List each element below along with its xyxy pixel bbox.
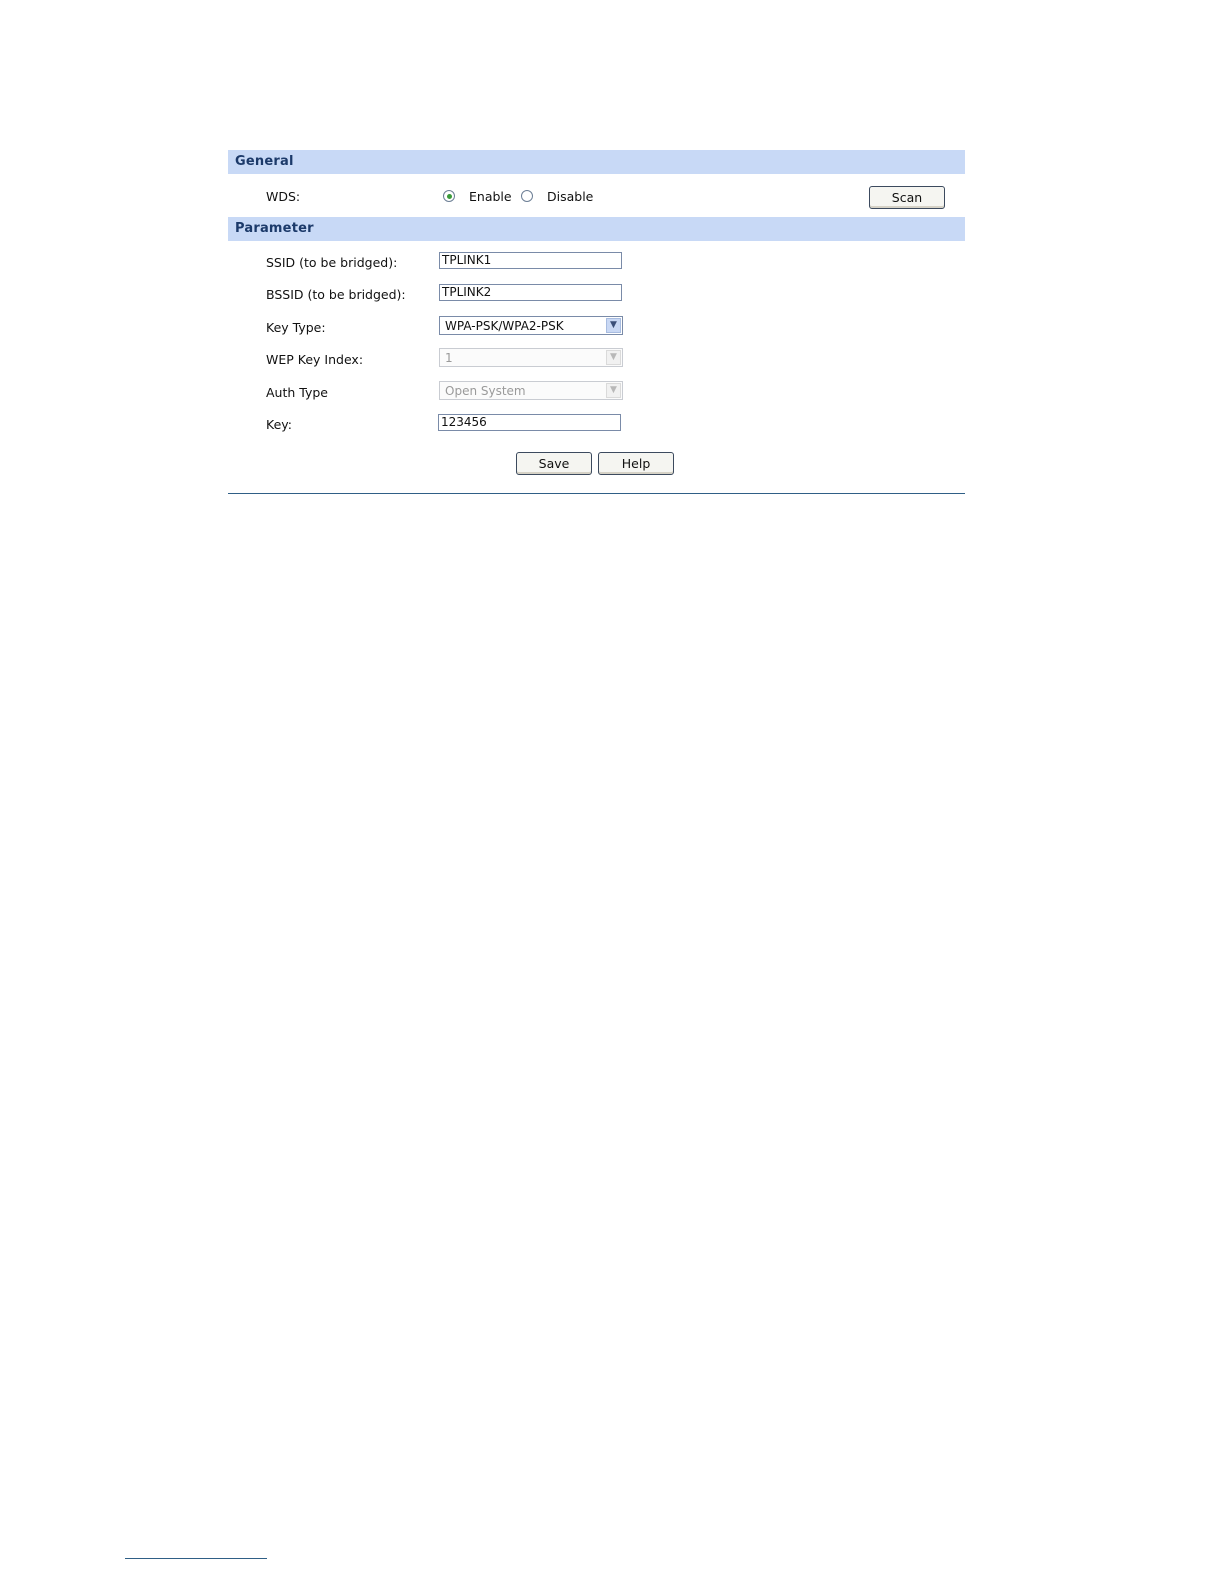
wds-enable-radio[interactable] xyxy=(443,190,455,202)
key-type-select[interactable]: WPA-PSK/WPA2-PSK ▼ xyxy=(439,316,623,335)
ssid-input[interactable]: TPLINK1 xyxy=(439,252,622,269)
key-input[interactable]: 123456 xyxy=(438,414,621,431)
scan-button[interactable]: Scan xyxy=(869,186,945,209)
wds-label: WDS: xyxy=(266,189,301,204)
chevron-down-icon[interactable]: ▼ xyxy=(606,318,621,333)
wds-enable-label: Enable xyxy=(469,189,512,204)
auth-type-value: Open System xyxy=(445,384,526,398)
key-type-label: Key Type: xyxy=(266,320,326,335)
section-header-parameter: Parameter xyxy=(228,217,965,241)
section-title-parameter: Parameter xyxy=(235,221,314,236)
bssid-input[interactable]: TPLINK2 xyxy=(439,284,622,301)
bssid-label: BSSID (to be bridged): xyxy=(266,287,406,302)
radio-selected-dot xyxy=(446,193,452,199)
auth-type-select: Open System ▼ xyxy=(439,381,623,400)
wds-disable-radio[interactable] xyxy=(521,190,533,202)
save-button[interactable]: Save xyxy=(516,452,592,475)
wds-disable-label: Disable xyxy=(547,189,594,204)
wds-settings-panel: General WDS: Enable Disable Scan Paramet… xyxy=(228,150,965,494)
wep-key-index-label: WEP Key Index: xyxy=(266,352,364,367)
footer-divider xyxy=(125,1558,267,1559)
auth-type-label: Auth Type xyxy=(266,385,328,400)
ssid-label: SSID (to be bridged): xyxy=(266,255,398,270)
chevron-down-icon: ▼ xyxy=(606,383,621,398)
wep-key-index-value: 1 xyxy=(445,351,453,365)
chevron-down-icon: ▼ xyxy=(606,350,621,365)
key-type-value: WPA-PSK/WPA2-PSK xyxy=(445,319,564,333)
help-button[interactable]: Help xyxy=(598,452,674,475)
section-header-general: General xyxy=(228,150,965,174)
section-title-general: General xyxy=(235,154,294,169)
wep-key-index-select: 1 ▼ xyxy=(439,348,623,367)
key-label: Key: xyxy=(266,417,292,432)
